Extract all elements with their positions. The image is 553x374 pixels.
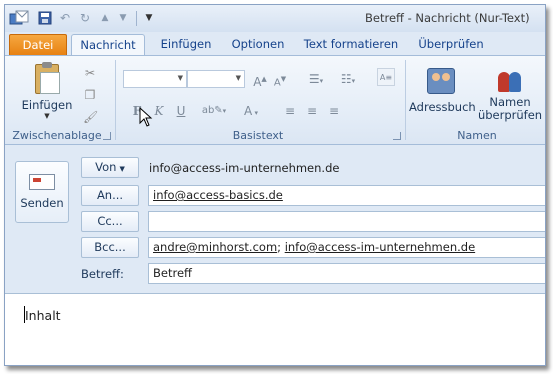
- group-label-clipboard: Zwischenablage: [12, 129, 102, 142]
- group-separator: [405, 60, 406, 140]
- window-title: Betreff - Nachricht (Nur-Text): [365, 11, 530, 25]
- check-names-button[interactable]: Namen überprüfen: [477, 64, 543, 124]
- align-left-icon[interactable]: ≡: [281, 102, 299, 120]
- cc-field[interactable]: [148, 211, 545, 232]
- group-label-namen: Namen: [457, 129, 497, 142]
- clipboard-icon: [35, 62, 60, 94]
- scissors-icon[interactable]: ✂: [83, 66, 97, 80]
- envelope-icon: [29, 174, 55, 190]
- chevron-down-icon: ▼: [177, 74, 183, 82]
- redo-icon[interactable]: ↻: [77, 10, 93, 26]
- recipient[interactable]: info@access-basics.de: [153, 188, 283, 202]
- send-label: Senden: [20, 196, 64, 210]
- message-body[interactable]: Inhalt: [5, 293, 545, 365]
- format-painter-icon[interactable]: 🖌: [83, 110, 98, 124]
- styles-icon[interactable]: A≡: [377, 68, 395, 86]
- ribbon-tab-bar: Datei Nachricht Einfügen Optionen Text f…: [5, 32, 545, 57]
- tab-optionen[interactable]: Optionen: [227, 34, 289, 56]
- copy-icon[interactable]: ❐: [83, 88, 97, 102]
- ribbon: Einfügen ▼ ✂ ❐ 🖌 Zwischenablage ▼ ▼ A▲ A…: [5, 55, 545, 145]
- send-button[interactable]: Senden: [15, 161, 69, 223]
- align-center-icon[interactable]: ≡: [303, 102, 321, 120]
- to-field[interactable]: info@access-basics.de: [148, 185, 545, 206]
- to-button[interactable]: An...: [81, 185, 139, 206]
- chevron-down-icon[interactable]: ▼: [141, 10, 157, 26]
- paste-button[interactable]: Einfügen ▼: [19, 62, 75, 124]
- font-color-button[interactable]: A ▾: [237, 102, 265, 120]
- font-size-combo[interactable]: ▼: [187, 70, 245, 88]
- from-address: info@access-im-unternehmen.de: [149, 161, 340, 175]
- outlook-message-window: ↶ ↻ ▲ ▼ ▼ Betreff - Nachricht (Nur-Text)…: [4, 4, 546, 366]
- from-button[interactable]: Von ▼: [81, 157, 139, 178]
- message-body-text: Inhalt: [25, 308, 61, 323]
- tab-einfuegen[interactable]: Einfügen: [151, 34, 221, 56]
- shrink-font-icon: A: [273, 77, 281, 89]
- save-icon[interactable]: [37, 10, 53, 26]
- check-names-icon: [496, 66, 524, 92]
- addressbook-label: Adressbuch: [409, 100, 476, 114]
- check-names-label: Namen überprüfen: [477, 96, 543, 122]
- undo-icon[interactable]: ↶: [57, 10, 73, 26]
- cc-button[interactable]: Cc...: [81, 211, 139, 232]
- group-separator: [115, 60, 116, 140]
- check-names-label-line1: Namen: [489, 95, 531, 109]
- title-bar: ↶ ↻ ▲ ▼ ▼ Betreff - Nachricht (Nur-Text): [5, 5, 545, 32]
- tab-text-formatieren[interactable]: Text formatieren: [301, 34, 401, 56]
- chevron-down-icon: ▼: [119, 165, 125, 173]
- font-name-combo[interactable]: ▼: [123, 70, 187, 88]
- highlight-icon[interactable]: ab✎▾: [201, 102, 227, 120]
- tab-ueberpruefen[interactable]: Überprüfen: [413, 34, 489, 56]
- shrink-font-button[interactable]: A▼: [271, 70, 289, 88]
- recipient[interactable]: info@access-im-unternehmen.de: [285, 240, 475, 254]
- tab-datei[interactable]: Datei: [9, 34, 67, 56]
- addressbook-icon: [427, 68, 455, 94]
- chevron-down-icon: ▼: [44, 112, 50, 120]
- font-color-icon: A: [244, 104, 253, 118]
- quick-access-separator: [136, 11, 137, 26]
- outlook-app-icon[interactable]: [9, 9, 29, 27]
- grow-font-button[interactable]: A▲: [251, 70, 269, 89]
- bullets-icon[interactable]: ☰▾: [305, 70, 327, 88]
- dialog-launcher-icon[interactable]: [103, 132, 111, 140]
- dialog-launcher-icon[interactable]: [393, 132, 401, 140]
- underline-button[interactable]: U: [173, 102, 189, 120]
- numbering-icon[interactable]: ☷▾: [337, 70, 359, 88]
- tab-nachricht[interactable]: Nachricht: [71, 34, 145, 57]
- subject-field[interactable]: Betreff: [148, 263, 545, 284]
- compose-header: Senden Von ▼ info@access-im-unternehmen.d…: [5, 145, 545, 293]
- paste-label: Einfügen: [21, 98, 73, 112]
- check-names-label-line2: überprüfen: [477, 108, 543, 122]
- chevron-down-icon: ▼: [235, 74, 241, 82]
- group-label-basistext: Basistext: [232, 129, 284, 142]
- bcc-button[interactable]: Bcc...: [81, 237, 139, 258]
- bcc-field[interactable]: andre@minhorst.com; info@access-im-unter…: [148, 237, 545, 258]
- recipient[interactable]: andre@minhorst.com: [153, 240, 277, 254]
- previous-item-icon[interactable]: ▲: [97, 10, 113, 26]
- subject-label: Betreff:: [81, 267, 124, 281]
- mouse-pointer-icon: [139, 107, 153, 127]
- next-item-icon[interactable]: ▼: [115, 10, 131, 26]
- from-button-label: Von: [95, 160, 117, 174]
- addressbook-button[interactable]: Adressbuch: [409, 64, 476, 124]
- italic-button[interactable]: K: [151, 102, 167, 120]
- align-right-icon[interactable]: ≡: [325, 102, 343, 120]
